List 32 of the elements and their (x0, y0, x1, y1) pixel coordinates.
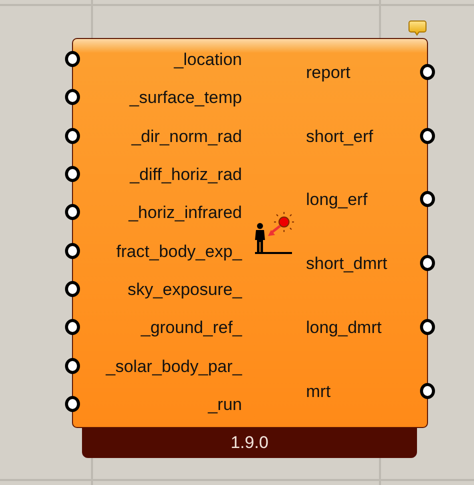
input-grip[interactable] (65, 166, 80, 182)
output-label: short_dmrt (306, 254, 388, 274)
input-label: _surface_temp (130, 88, 242, 108)
input-grip[interactable] (65, 128, 80, 144)
input-grip[interactable] (65, 319, 80, 336)
input-label: fract_body_exp_ (116, 242, 242, 262)
output-label: long_erf (306, 190, 368, 210)
input-grip[interactable] (65, 358, 80, 374)
input-grip[interactable] (65, 51, 80, 68)
message-balloon-icon[interactable] (408, 20, 427, 37)
output-label: mrt (306, 382, 331, 402)
input-label: _dir_norm_rad (131, 126, 242, 147)
input-grip[interactable] (65, 242, 80, 259)
input-label: _diff_horiz_rad (130, 165, 242, 186)
component-body[interactable]: _location _surface_temp _dir_norm_rad _diff_horiz_rad _horiz_infrared fract_body_exp_ sky_exposure_ _ground_ref_ _solar_body_par_ _run report short_erf long_erf short_dmrt long_dmrt mrt (72, 38, 428, 428)
input-label: _solar_body_par_ (106, 356, 242, 377)
output-grip[interactable] (420, 319, 435, 336)
input-grip[interactable] (65, 89, 80, 106)
version-label: 1.9.0 (230, 433, 268, 453)
output-label: long_dmrt (306, 318, 382, 338)
input-grip[interactable] (65, 280, 80, 297)
output-grip[interactable] (420, 191, 435, 208)
input-grip[interactable] (65, 204, 80, 220)
input-label: sky_exposure_ (128, 280, 242, 300)
input-label: _run (208, 394, 242, 415)
input-label: _ground_ref_ (140, 318, 242, 338)
input-grip[interactable] (65, 396, 80, 412)
output-grip[interactable] (420, 255, 435, 272)
input-label: _horiz_infrared (128, 203, 242, 224)
input-label: _location (174, 50, 242, 70)
output-label: short_erf (306, 126, 374, 147)
output-label: report (306, 62, 350, 83)
